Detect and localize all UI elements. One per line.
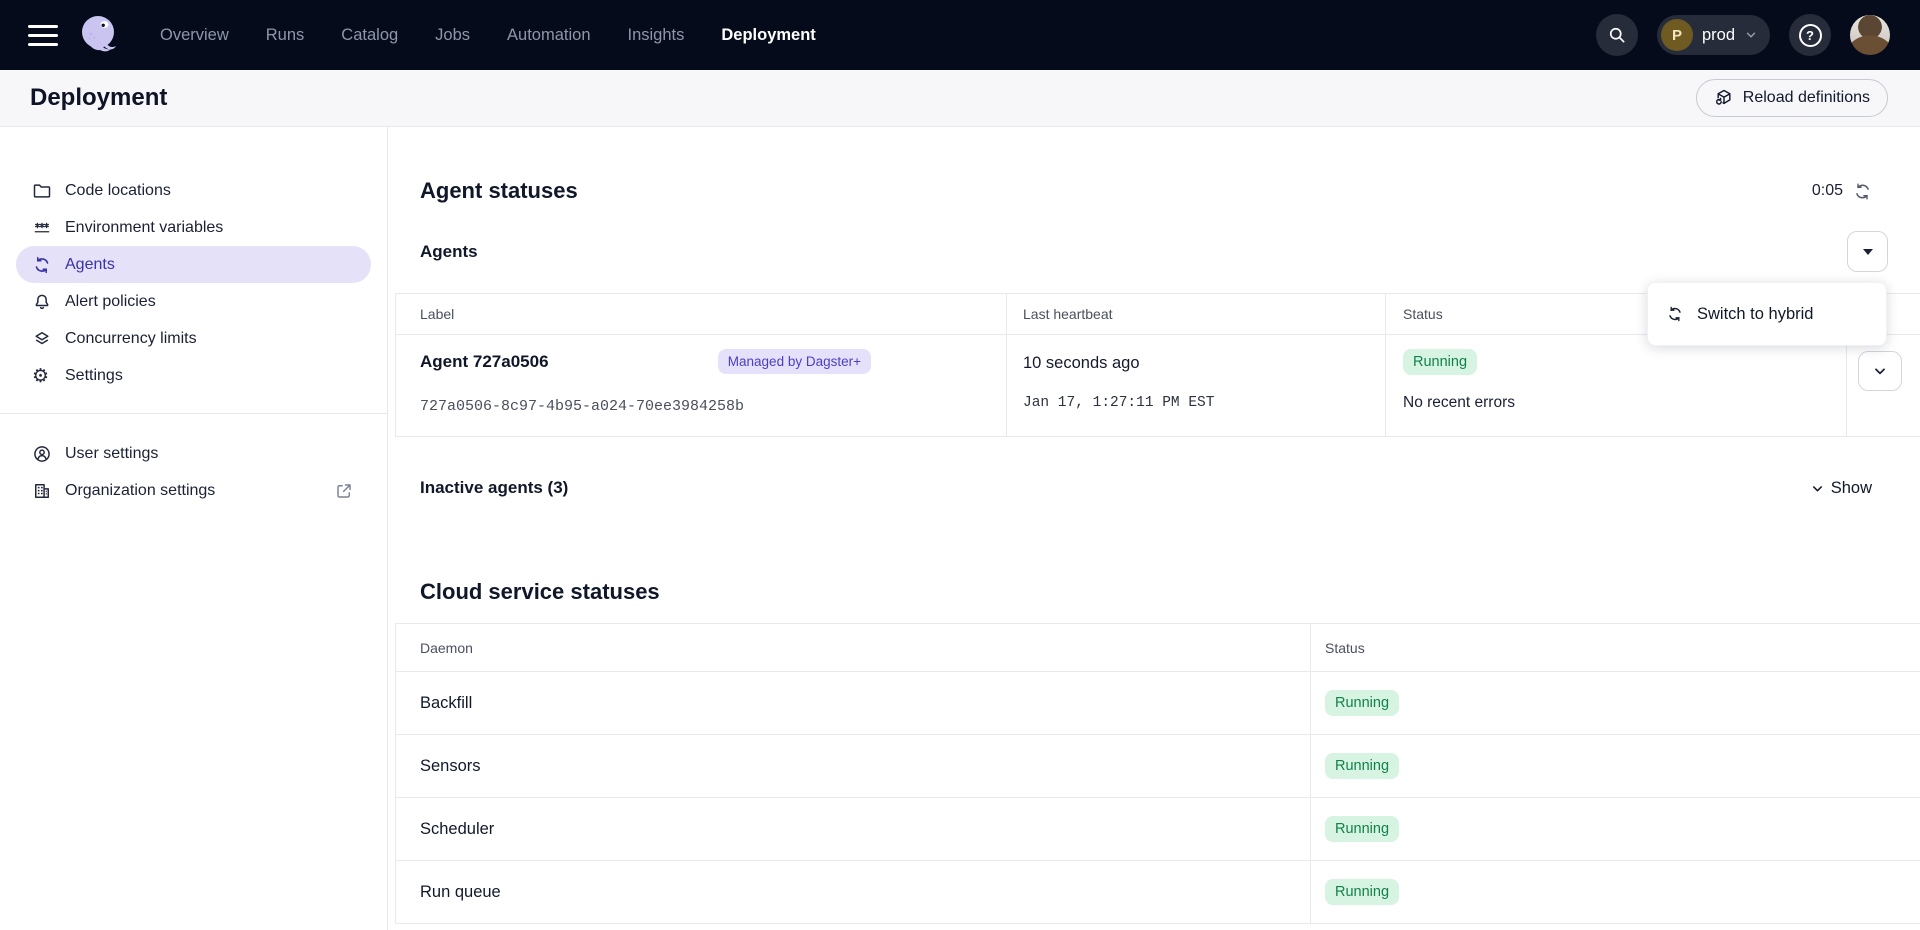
search-icon <box>1607 25 1627 45</box>
chevron-down-icon <box>1744 28 1758 42</box>
deployment-sidebar: Code locations Environment variables Age… <box>0 127 388 930</box>
refresh-icon[interactable] <box>1853 182 1872 201</box>
external-link-icon <box>335 482 353 500</box>
layers-icon <box>32 329 52 349</box>
nav-item-insights[interactable]: Insights <box>628 26 685 45</box>
user-icon <box>32 444 52 464</box>
daemon-name: Run queue <box>396 861 1310 924</box>
heartbeat-timestamp: Jan 17, 1:27:11 PM EST <box>1023 395 1385 411</box>
reload-definitions-button[interactable]: Reload definitions <box>1696 79 1888 117</box>
page-title: Deployment <box>30 84 167 112</box>
env-vars-icon <box>32 218 52 238</box>
nav-item-overview[interactable]: Overview <box>160 26 229 45</box>
sidebar-label: Settings <box>65 367 123 385</box>
bell-icon <box>32 292 52 312</box>
dagster-logo-icon[interactable] <box>74 11 122 59</box>
hamburger-menu-icon[interactable] <box>28 25 58 46</box>
status-badge: Running <box>1325 753 1399 779</box>
sidebar-label: Concurrency limits <box>65 330 197 348</box>
sidebar-label: Environment variables <box>65 219 223 237</box>
daemon-name: Backfill <box>396 672 1310 735</box>
daemon-status-cell: Running <box>1310 735 1920 798</box>
nav-item-catalog[interactable]: Catalog <box>341 26 398 45</box>
primary-nav: Overview Runs Catalog Jobs Automation In… <box>160 26 816 45</box>
managed-by-badge: Managed by Dagster+ <box>718 349 871 374</box>
sidebar-item-concurrency-limits[interactable]: Concurrency limits <box>16 320 371 357</box>
nav-item-automation[interactable]: Automation <box>507 26 590 45</box>
column-header-label: Label <box>396 294 1006 335</box>
sidebar-label: Organization settings <box>65 482 215 500</box>
deployment-avatar: P <box>1661 19 1693 51</box>
daemon-status-cell: Running <box>1310 672 1920 735</box>
daemon-status-cell: Running <box>1310 798 1920 861</box>
status-badge: Running <box>1325 690 1399 716</box>
nav-item-deployment[interactable]: Deployment <box>721 26 815 45</box>
agent-heartbeat-cell: 10 seconds ago Jan 17, 1:27:11 PM EST <box>1006 335 1385 437</box>
menu-item-switch-to-hybrid[interactable]: Switch to hybrid <box>1656 291 1878 337</box>
chevron-down-icon <box>1810 481 1825 496</box>
sidebar-item-agents[interactable]: Agents <box>16 246 371 283</box>
sidebar-divider <box>0 413 387 414</box>
column-header-last-heartbeat: Last heartbeat <box>1006 294 1385 335</box>
status-badge: Running <box>1325 816 1399 842</box>
sidebar-item-alert-policies[interactable]: Alert policies <box>16 283 371 320</box>
building-icon <box>32 481 52 501</box>
sidebar-label: Agents <box>65 256 115 274</box>
sidebar-item-settings[interactable]: ⚙ Settings <box>16 357 371 394</box>
agent-actions-cell <box>1846 335 1920 437</box>
agent-status-cell: Running No recent errors <box>1385 335 1846 437</box>
agent-name: Agent 727a0506 <box>420 352 549 372</box>
cloud-services-table: Daemon Status Backfill Running Sensors R… <box>395 623 1920 924</box>
sidebar-item-organization-settings[interactable]: Organization settings <box>16 472 371 509</box>
agent-row-dropdown-button[interactable] <box>1858 351 1902 391</box>
sidebar-item-user-settings[interactable]: User settings <box>16 435 371 472</box>
sidebar-item-code-locations[interactable]: Code locations <box>16 172 371 209</box>
daemon-name: Scheduler <box>396 798 1310 861</box>
nav-item-jobs[interactable]: Jobs <box>435 26 470 45</box>
chevron-down-icon <box>1872 363 1888 379</box>
sidebar-label: Alert policies <box>65 293 156 311</box>
deployment-name: prod <box>1702 26 1735 45</box>
cloud-service-statuses-title: Cloud service statuses <box>420 579 1920 603</box>
user-avatar[interactable] <box>1850 15 1890 55</box>
agents-options-menu: Switch to hybrid <box>1647 282 1887 346</box>
page-header: Deployment Reload definitions <box>0 70 1920 127</box>
daemon-name: Sensors <box>396 735 1310 798</box>
help-button[interactable]: ? <box>1789 14 1831 56</box>
reload-code-location-icon <box>1714 88 1734 108</box>
top-nav: Overview Runs Catalog Jobs Automation In… <box>0 0 1920 70</box>
inactive-agents-title: Inactive agents (3) <box>420 478 568 498</box>
status-badge: Running <box>1325 879 1399 905</box>
column-header-daemon: Daemon <box>396 624 1310 672</box>
search-button[interactable] <box>1596 14 1638 56</box>
sidebar-item-environment-variables[interactable]: Environment variables <box>16 209 371 246</box>
menu-item-label: Switch to hybrid <box>1697 305 1813 324</box>
reload-definitions-label: Reload definitions <box>1743 89 1870 107</box>
folder-icon <box>32 181 52 201</box>
agent-cycle-icon <box>32 255 52 275</box>
sidebar-label: User settings <box>65 445 158 463</box>
agent-cycle-icon <box>1666 305 1684 323</box>
daemon-status-cell: Running <box>1310 861 1920 924</box>
caret-down-icon <box>1863 249 1873 255</box>
refresh-countdown: 0:05 <box>1812 182 1843 200</box>
status-badge: Running <box>1403 349 1477 375</box>
help-icon: ? <box>1799 24 1822 47</box>
show-inactive-agents-toggle[interactable]: Show <box>1810 479 1872 498</box>
deployment-switcher[interactable]: P prod <box>1657 15 1770 55</box>
heartbeat-relative: 10 seconds ago <box>1023 349 1385 373</box>
agents-section-title: Agents <box>420 242 478 262</box>
status-note: No recent errors <box>1403 394 1846 412</box>
nav-item-runs[interactable]: Runs <box>266 26 305 45</box>
agents-options-dropdown-button[interactable] <box>1847 231 1888 272</box>
main-content: Agent statuses 0:05 Agents Label Last he… <box>388 127 1920 930</box>
gear-icon: ⚙ <box>32 366 52 386</box>
agent-label-cell: Agent 727a0506 Managed by Dagster+ 727a0… <box>396 335 1006 437</box>
column-header-status: Status <box>1310 624 1920 672</box>
show-label: Show <box>1831 479 1872 498</box>
agent-statuses-title: Agent statuses <box>420 178 578 204</box>
sidebar-label: Code locations <box>65 182 171 200</box>
agent-id: 727a0506-8c97-4b95-a024-70ee3984258b <box>420 398 1006 415</box>
